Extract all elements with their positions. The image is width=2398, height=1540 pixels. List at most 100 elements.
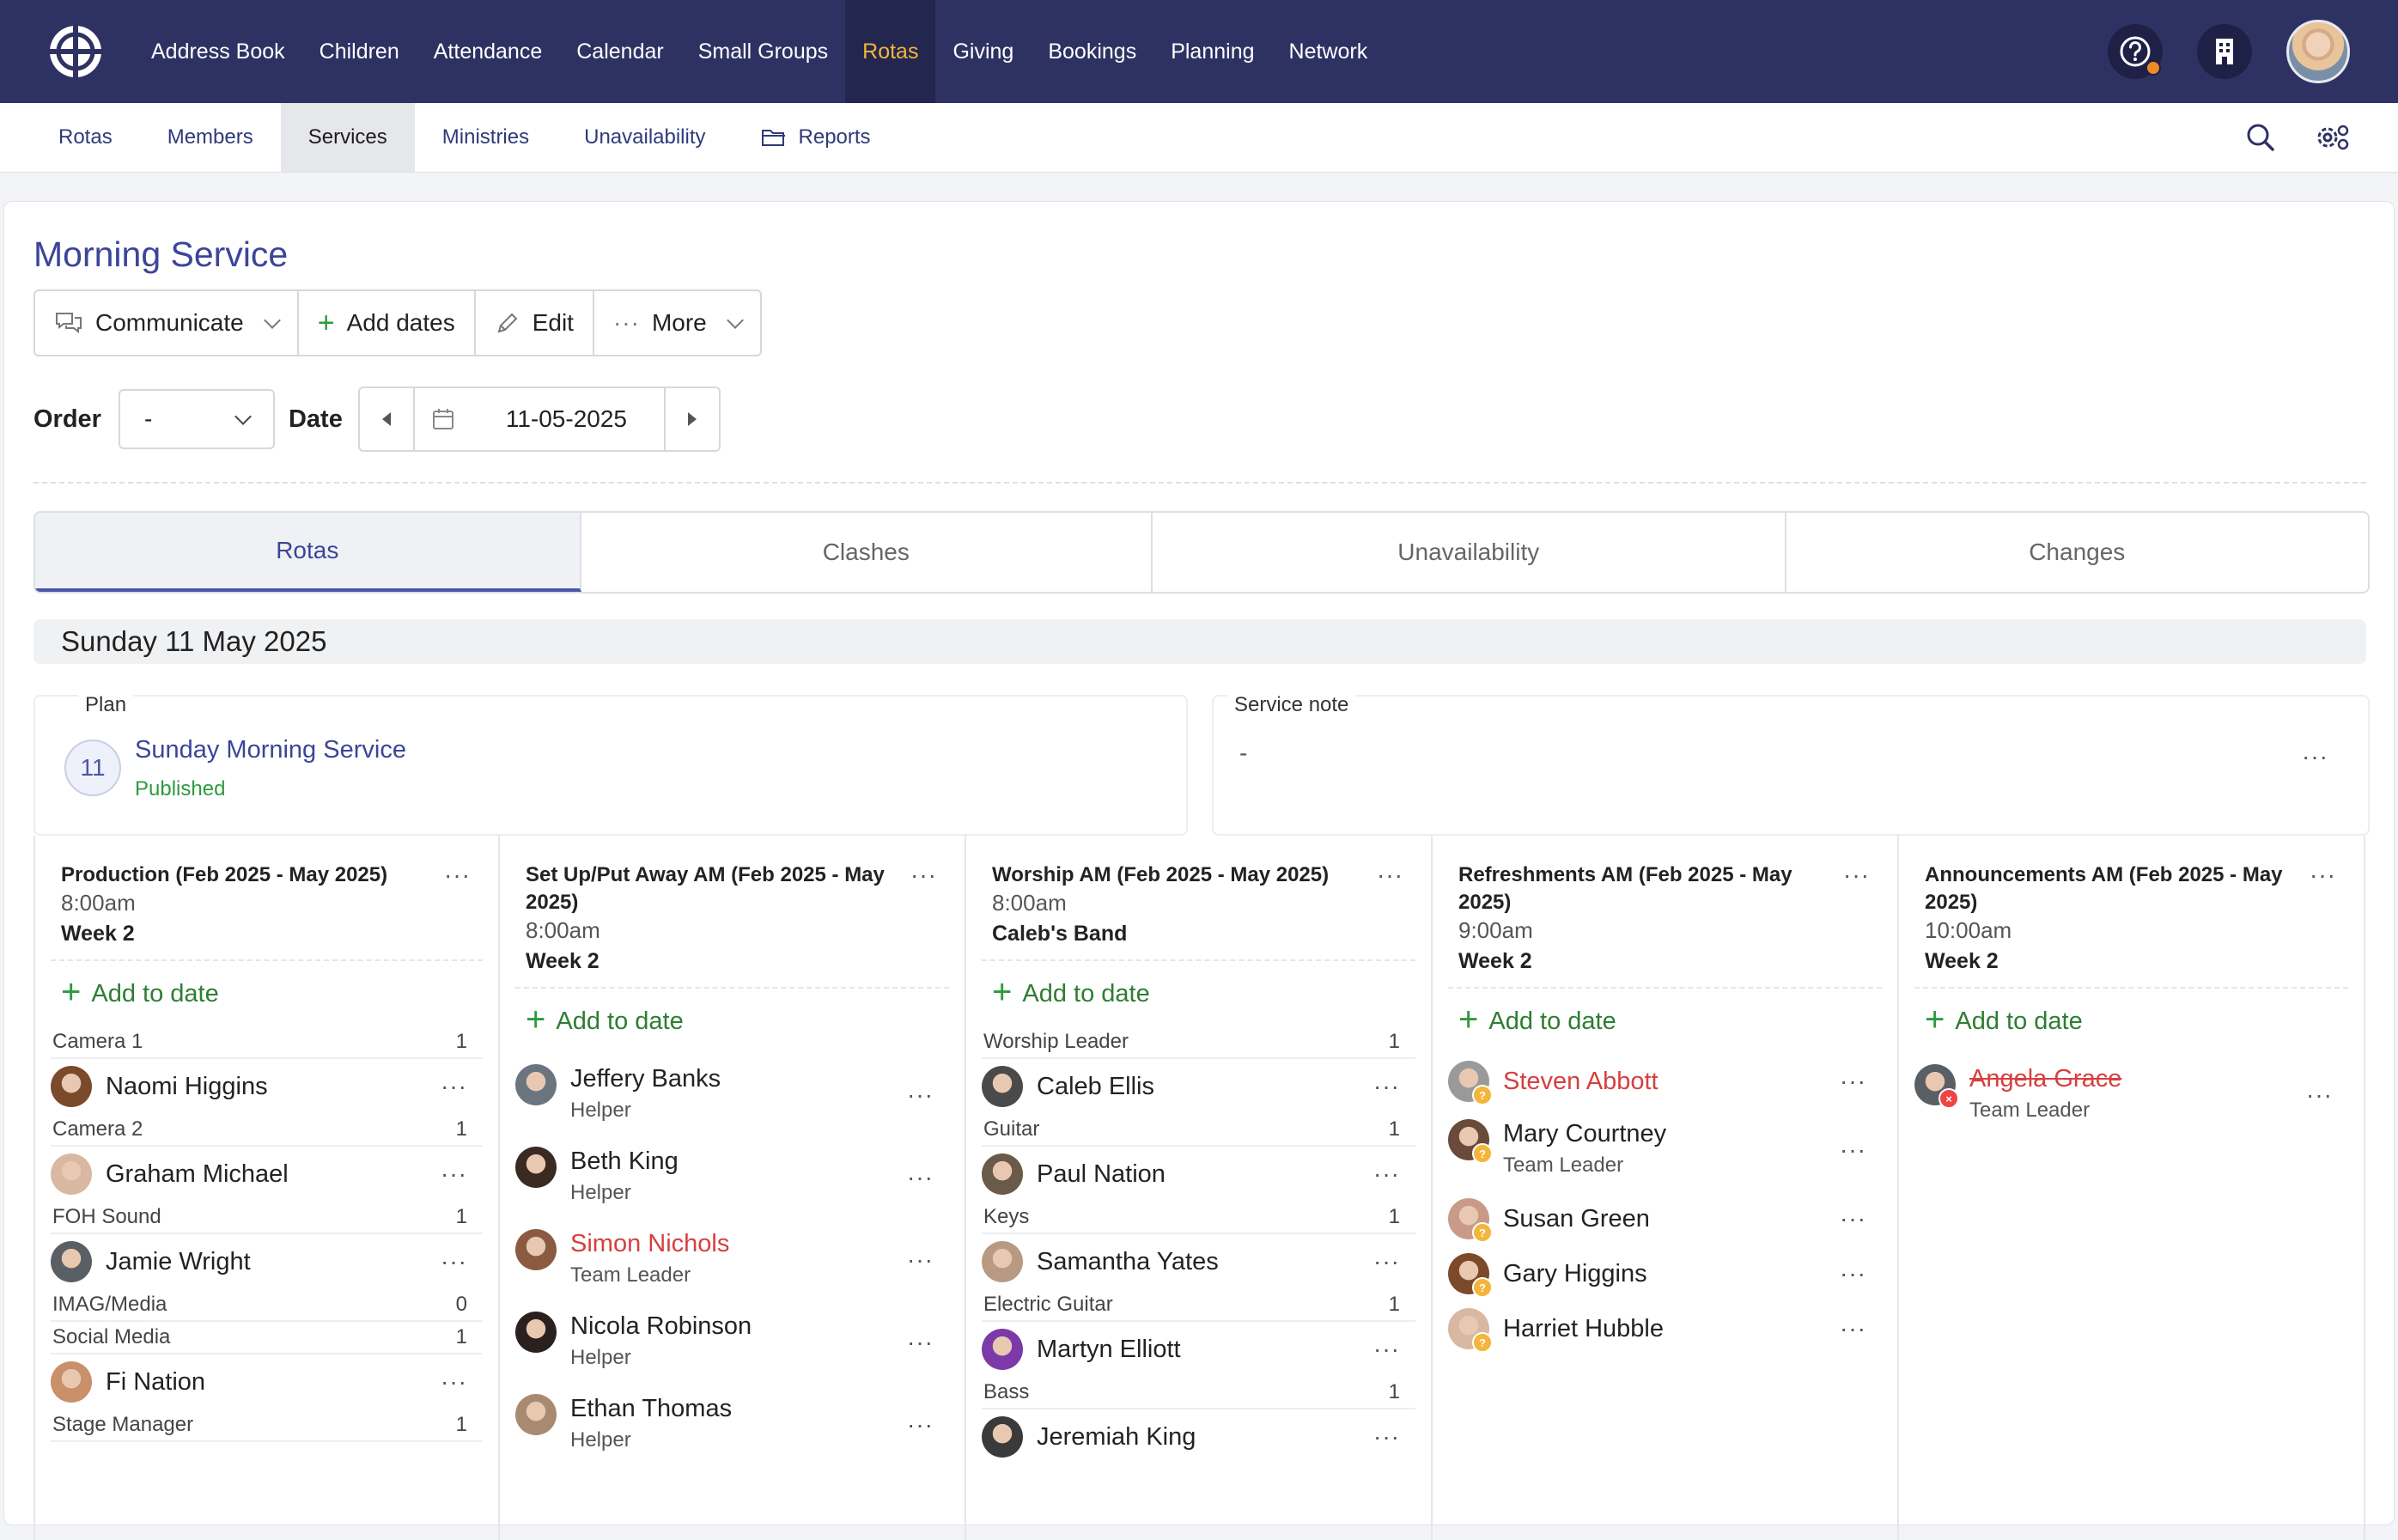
tab-changes[interactable]: Changes [1786, 513, 2369, 592]
rota-menu-button[interactable]: ··· [2310, 863, 2336, 887]
subnav-item-reports[interactable]: Reports [733, 103, 898, 172]
person-menu-button[interactable]: ··· [1373, 1337, 1400, 1361]
person-row[interactable]: × Angela Grace Team Leader ··· [1914, 1054, 2348, 1136]
person-menu-button[interactable]: ··· [1840, 1317, 1866, 1341]
person-menu-button[interactable]: ··· [907, 1330, 934, 1354]
person-row[interactable]: Caleb Ellis ··· [982, 1059, 1415, 1114]
person-menu-button[interactable]: ··· [907, 1083, 934, 1107]
person-row[interactable]: Beth King Helper ··· [515, 1136, 949, 1219]
person-row[interactable]: Jamie Wright ··· [51, 1234, 483, 1289]
rota-menu-button[interactable]: ··· [1377, 863, 1403, 887]
person-name[interactable]: Jeffery Banks [570, 1064, 721, 1093]
tab-clashes[interactable]: Clashes [581, 513, 1153, 592]
rota-menu-button[interactable]: ··· [1843, 863, 1870, 887]
organisation-button[interactable] [2197, 24, 2252, 79]
person-name[interactable]: Samantha Yates [1037, 1247, 1219, 1276]
nav-item-giving[interactable]: Giving [935, 0, 1031, 103]
subnav-item-services[interactable]: Services [280, 103, 415, 172]
rota-menu-button[interactable]: ··· [910, 863, 937, 887]
date-input[interactable]: 11-05-2025 [415, 388, 664, 450]
person-row[interactable]: Jeffery Banks Helper ··· [515, 1054, 949, 1136]
user-avatar[interactable] [2286, 20, 2350, 83]
person-row[interactable]: Jeremiah King ··· [982, 1409, 1415, 1464]
next-date-button[interactable] [663, 388, 719, 450]
person-row[interactable]: Nicola Robinson Helper ··· [515, 1301, 949, 1384]
person-row[interactable]: Paul Nation ··· [982, 1147, 1415, 1202]
person-menu-button[interactable]: ··· [1840, 1207, 1866, 1231]
person-name[interactable]: Harriet Hubble [1503, 1314, 1664, 1343]
subnav-item-unavailability[interactable]: Unavailability [557, 103, 733, 172]
subnav-item-members[interactable]: Members [140, 103, 281, 172]
person-menu-button[interactable]: ··· [907, 1166, 934, 1190]
person-row[interactable]: Graham Michael ··· [51, 1147, 483, 1202]
person-menu-button[interactable]: ··· [907, 1413, 934, 1437]
person-row[interactable]: Martyn Elliott ··· [982, 1322, 1415, 1377]
person-name[interactable]: Paul Nation [1037, 1160, 1166, 1189]
subnav-item-rotas[interactable]: Rotas [0, 103, 140, 172]
person-menu-button[interactable]: ··· [1840, 1069, 1866, 1093]
add-to-date-button[interactable]: + Add to date [1914, 989, 2348, 1054]
person-row[interactable]: ? Gary Higgins ··· [1448, 1246, 1882, 1301]
person-name[interactable]: Angela Grace [1969, 1064, 2121, 1093]
nav-item-calendar[interactable]: Calendar [559, 0, 680, 103]
service-note-menu-button[interactable]: ··· [2302, 745, 2328, 769]
nav-item-small-groups[interactable]: Small Groups [681, 0, 845, 103]
add-to-date-button[interactable]: + Add to date [51, 961, 483, 1026]
person-menu-button[interactable]: ··· [1373, 1425, 1400, 1449]
person-menu-button[interactable]: ··· [441, 1162, 467, 1186]
person-menu-button[interactable]: ··· [1840, 1138, 1866, 1162]
person-menu-button[interactable]: ··· [1373, 1074, 1400, 1099]
person-name[interactable]: Naomi Higgins [106, 1072, 268, 1101]
rota-menu-button[interactable]: ··· [444, 863, 471, 887]
person-name[interactable]: Martyn Elliott [1037, 1335, 1181, 1364]
plan-title-link[interactable]: Sunday Morning Service [135, 736, 406, 764]
person-name[interactable]: Jamie Wright [106, 1247, 251, 1276]
person-name[interactable]: Fi Nation [106, 1367, 205, 1397]
nav-item-attendance[interactable]: Attendance [417, 0, 560, 103]
person-name[interactable]: Simon Nichols [570, 1229, 729, 1258]
tab-rotas[interactable]: Rotas [35, 513, 581, 592]
help-button[interactable] [2108, 24, 2163, 79]
person-menu-button[interactable]: ··· [441, 1370, 467, 1394]
logo-icon[interactable] [45, 21, 107, 82]
previous-date-button[interactable] [360, 388, 415, 450]
person-menu-button[interactable]: ··· [441, 1250, 467, 1274]
person-menu-button[interactable]: ··· [2306, 1083, 2333, 1107]
add-dates-button[interactable]: + Add dates [299, 291, 476, 355]
more-button[interactable]: ··· More [594, 291, 760, 355]
person-name[interactable]: Jeremiah King [1037, 1422, 1196, 1452]
nav-item-address-book[interactable]: Address Book [134, 0, 302, 103]
person-name[interactable]: Caleb Ellis [1037, 1072, 1154, 1101]
person-name[interactable]: Gary Higgins [1503, 1259, 1647, 1288]
gear-icon[interactable] [2314, 122, 2350, 153]
person-row[interactable]: ? Mary Courtney Team Leader ··· [1448, 1109, 1882, 1191]
person-menu-button[interactable]: ··· [1373, 1162, 1400, 1186]
nav-item-rotas[interactable]: Rotas [845, 0, 936, 103]
nav-item-children[interactable]: Children [302, 0, 417, 103]
person-menu-button[interactable]: ··· [907, 1248, 934, 1272]
person-menu-button[interactable]: ··· [1840, 1262, 1866, 1286]
add-to-date-button[interactable]: + Add to date [1448, 989, 1882, 1054]
person-name[interactable]: Mary Courtney [1503, 1119, 1666, 1148]
communicate-button[interactable]: Communicate [35, 291, 299, 355]
edit-button[interactable]: Edit [476, 291, 594, 355]
search-icon[interactable] [2245, 122, 2276, 153]
person-name[interactable]: Graham Michael [106, 1160, 289, 1189]
person-name[interactable]: Steven Abbott [1503, 1067, 1659, 1096]
person-row[interactable]: Naomi Higgins ··· [51, 1059, 483, 1114]
person-name[interactable]: Ethan Thomas [570, 1394, 732, 1423]
person-row[interactable]: ? Harriet Hubble ··· [1448, 1301, 1882, 1356]
subnav-item-ministries[interactable]: Ministries [415, 103, 557, 172]
person-name[interactable]: Susan Green [1503, 1204, 1650, 1233]
order-select[interactable]: - [118, 389, 275, 449]
person-row[interactable]: Samantha Yates ··· [982, 1234, 1415, 1289]
add-to-date-button[interactable]: + Add to date [982, 961, 1415, 1026]
person-row[interactable]: ? Susan Green ··· [1448, 1191, 1882, 1246]
nav-item-bookings[interactable]: Bookings [1031, 0, 1153, 103]
nav-item-planning[interactable]: Planning [1153, 0, 1271, 103]
person-row[interactable]: Fi Nation ··· [51, 1354, 483, 1409]
person-row[interactable]: Simon Nichols Team Leader ··· [515, 1219, 949, 1301]
person-menu-button[interactable]: ··· [1373, 1250, 1400, 1274]
person-menu-button[interactable]: ··· [441, 1074, 467, 1099]
person-row[interactable]: Ethan Thomas Helper ··· [515, 1384, 949, 1466]
